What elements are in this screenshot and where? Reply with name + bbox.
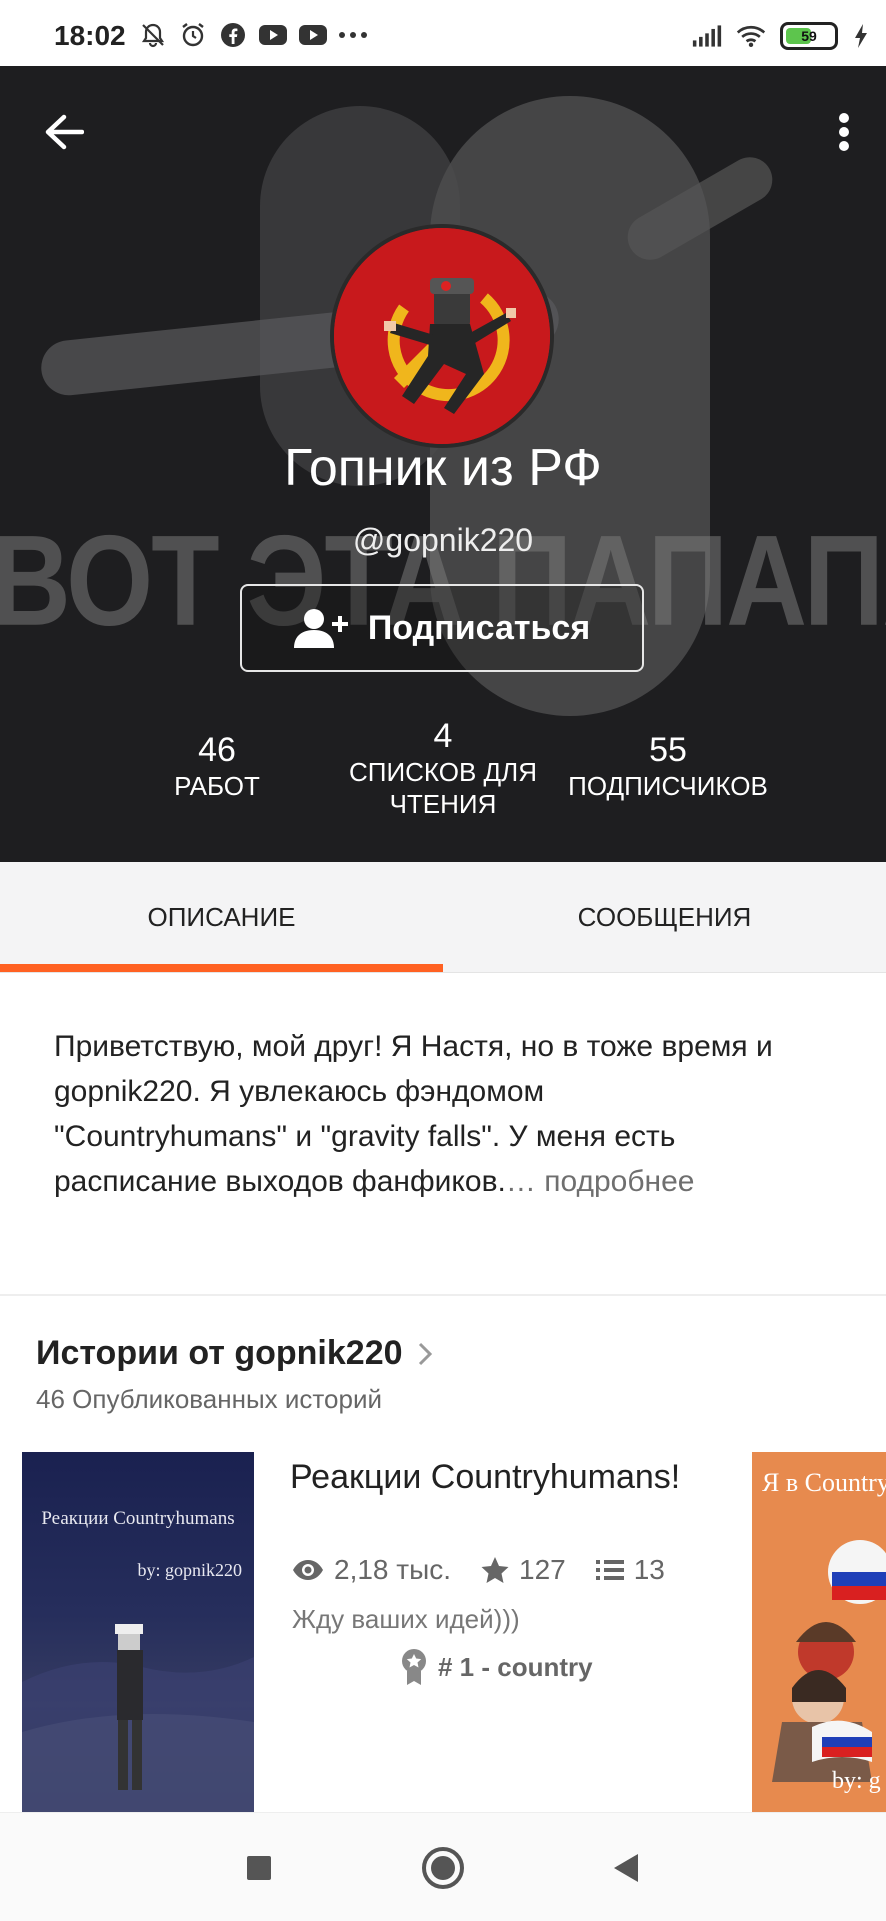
stat-reading-lists[interactable]: 4 СПИСКОВ ДЛЯ ЧТЕНИЯ <box>330 716 556 820</box>
follow-button-label: Подписаться <box>367 608 591 647</box>
youtube-icon <box>298 22 328 48</box>
stories-section-title[interactable]: Истории от gopnik220 <box>36 1334 433 1373</box>
status-time: 18:02 <box>54 20 126 51</box>
cover-illustration <box>772 1540 886 1782</box>
story-stats: 2,18 тыс. 127 13 <box>292 1554 683 1586</box>
battery-icon: 59 <box>780 22 838 50</box>
story-rank-text: # 1 - country <box>438 1651 593 1682</box>
profile-description: Приветствую, мой друг! Я Настя, но в тож… <box>54 1024 774 1204</box>
follow-button[interactable]: Подписаться <box>240 584 644 672</box>
stat-reading-lists-label: СПИСКОВ ДЛЯ <box>348 757 538 787</box>
profile-username: @gopnik220 <box>352 522 534 558</box>
eye-icon <box>293 1560 323 1580</box>
more-vertical-icon <box>839 113 849 151</box>
section-divider <box>0 1294 886 1296</box>
story-votes: 127 <box>481 1554 566 1586</box>
stat-followers-value: 55 <box>649 731 687 769</box>
stat-works-label: РАБОТ <box>174 771 260 801</box>
youtube-icon <box>258 22 288 48</box>
stat-reading-lists-label: ЧТЕНИЯ <box>389 789 497 819</box>
triangle-left-icon <box>614 1854 638 1882</box>
more-dots-icon <box>338 22 368 48</box>
cover-illustration <box>22 1624 254 1812</box>
add-user-icon <box>293 609 348 648</box>
story-parts: 13 <box>595 1554 665 1586</box>
more-options-button[interactable] <box>824 106 864 158</box>
stat-works-value: 46 <box>198 731 236 769</box>
stat-followers-label: ПОДПИСЧИКОВ <box>568 771 768 801</box>
story-votes-count: 127 <box>519 1554 566 1585</box>
story-views: 2,18 тыс. <box>292 1554 451 1586</box>
story-description: Жду ваших идей))) <box>292 1604 520 1634</box>
status-bar: 18:02 59 <box>0 0 886 66</box>
stat-works[interactable]: 46 РАБОТ <box>150 730 284 802</box>
recents-button[interactable] <box>232 1841 286 1895</box>
system-navigation-bar <box>0 1812 886 1921</box>
story-title[interactable]: Реакции Countryhumans! <box>290 1456 690 1498</box>
alarm-icon <box>178 22 208 48</box>
list-icon <box>595 1560 624 1580</box>
story-cover[interactable]: Реакции Countryhumans by: gopnik220 <box>22 1452 254 1812</box>
story-cover[interactable]: Я в Countryh by: g <box>752 1452 886 1812</box>
charging-icon <box>852 23 870 49</box>
profile-header: ВОТ ЭТА ПАПАПАВАРОТ Гопник из РФ @gopnik… <box>0 66 886 862</box>
stories-title-text: Истории от gopnik220 <box>36 1334 403 1372</box>
square-icon <box>247 1856 271 1880</box>
read-more-link[interactable]: подробнее <box>536 1165 694 1198</box>
notification-icons <box>138 22 368 48</box>
tab-messages[interactable]: СООБЩЕНИЯ <box>443 862 886 972</box>
system-icons: 59 <box>692 22 870 50</box>
award-icon <box>402 1649 426 1685</box>
active-tab-indicator <box>0 964 443 972</box>
wifi-icon <box>736 23 766 49</box>
back-nav-button[interactable] <box>598 1841 652 1895</box>
story-rank-badge[interactable]: # 1 - country <box>400 1648 593 1686</box>
bell-off-icon <box>138 22 168 48</box>
arrow-left-icon <box>45 114 84 150</box>
circle-icon <box>422 1847 464 1889</box>
story-views-count: 2,18 тыс. <box>334 1554 452 1585</box>
stat-reading-lists-value: 4 <box>433 717 453 755</box>
back-button[interactable] <box>38 106 90 158</box>
tab-description[interactable]: ОПИСАНИЕ <box>0 862 443 972</box>
facebook-icon <box>218 22 248 48</box>
chevron-right-icon <box>418 1342 432 1365</box>
story-parts-count: 13 <box>633 1554 665 1585</box>
profile-name: Гопник из РФ <box>284 439 602 497</box>
star-icon <box>481 1557 509 1583</box>
story-cover-author: by: g <box>832 1768 881 1794</box>
description-ellipsis: … <box>505 1165 536 1198</box>
avatar[interactable] <box>330 224 554 448</box>
stories-count: 46 Опубликованных историй <box>36 1384 382 1414</box>
profile-tabs: ОПИСАНИЕ СООБЩЕНИЯ <box>0 862 886 973</box>
stat-followers[interactable]: 55 ПОДПИСЧИКОВ <box>554 730 782 802</box>
battery-level: 59 <box>801 28 817 44</box>
home-button[interactable] <box>416 1841 470 1895</box>
avatar-image <box>334 228 550 444</box>
signal-icon <box>692 23 722 49</box>
